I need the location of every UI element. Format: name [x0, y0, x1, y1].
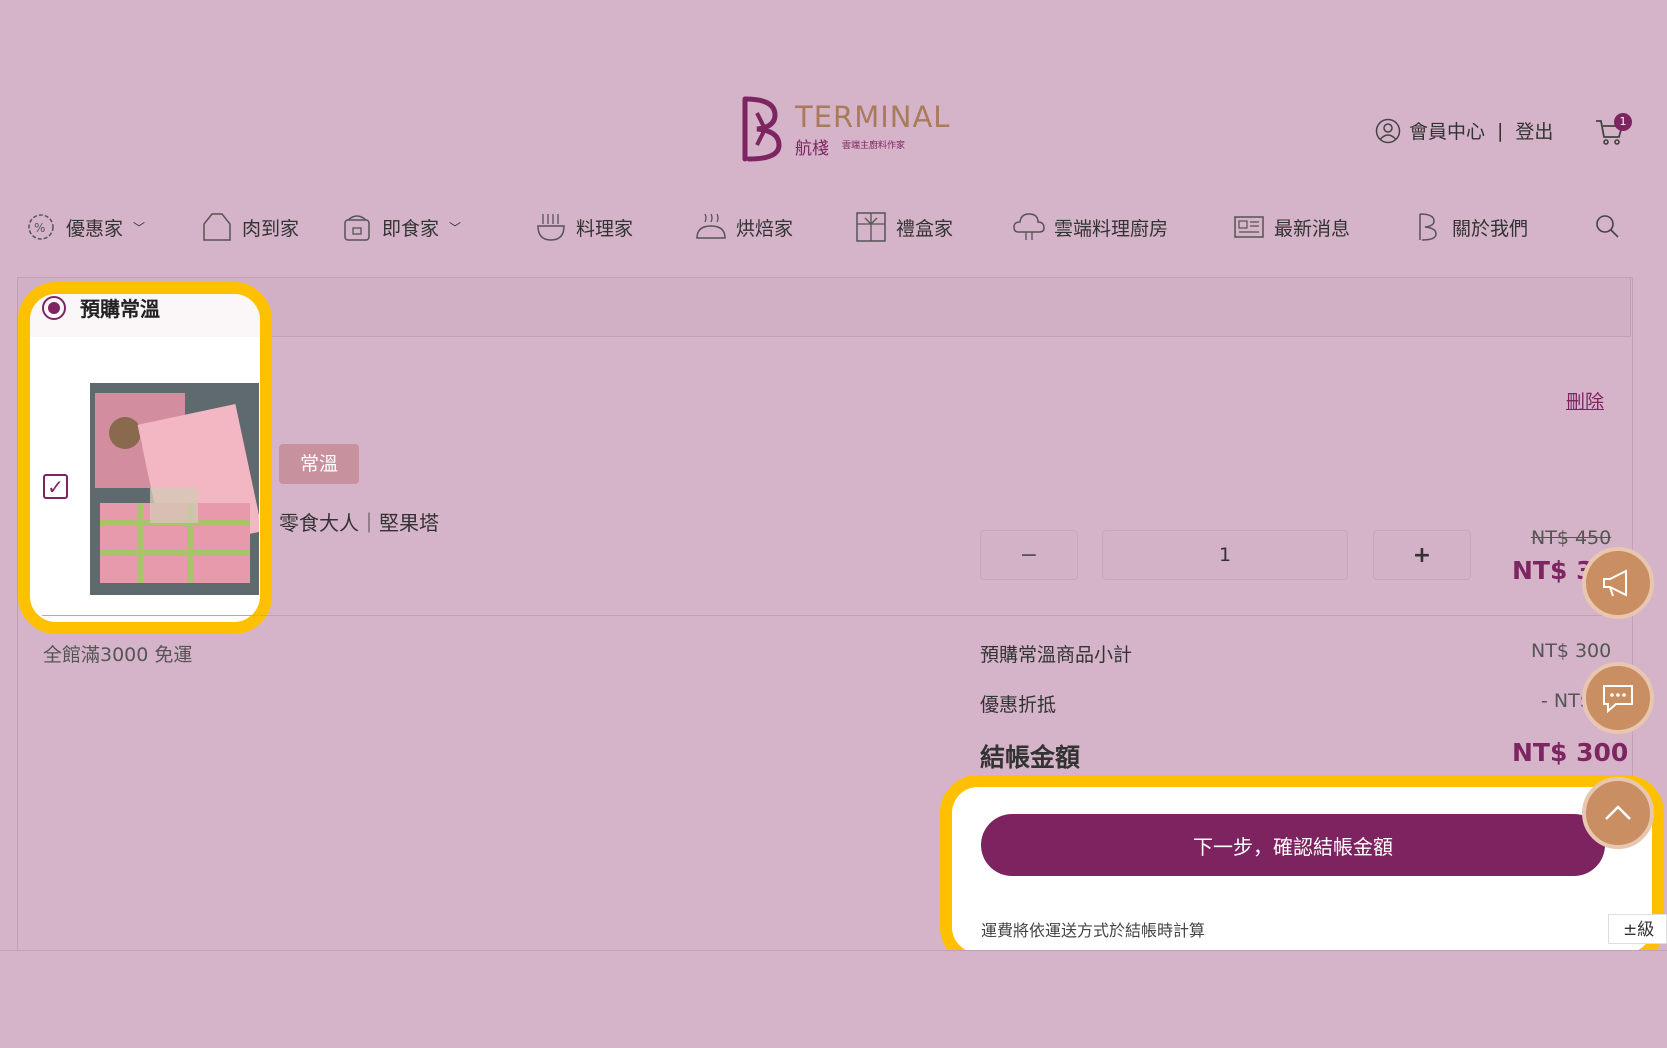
logo-subtitle: 雲端主廚料作家 [842, 141, 906, 151]
page-bottom [0, 950, 1667, 1048]
chat-bubble-icon [1603, 685, 1633, 714]
cart-count-badge: 1 [1614, 113, 1632, 131]
nav-label: 料理家 [576, 217, 634, 240]
chevron-up-icon [1605, 805, 1631, 820]
member-area: 會員中心 | 登出 [1375, 117, 1553, 144]
logo-chinese: 航棧 [795, 139, 829, 159]
nav-label: 禮盒家 [896, 217, 954, 240]
member-center-link[interactable]: 會員中心 [1409, 117, 1485, 144]
noodle-bowl-icon [537, 214, 565, 241]
nav-label: 關於我們 [1452, 217, 1529, 240]
subtotal-value: NT$ 300 [1531, 640, 1612, 662]
chevron-down-icon: ﹀ [133, 220, 146, 235]
search-icon[interactable] [1594, 213, 1620, 239]
qty-input[interactable]: 1 [1102, 530, 1348, 580]
nav-item-cloud-kitchen[interactable]: 雲端料理廚房 [1012, 207, 1168, 247]
logout-link[interactable]: 登出 [1515, 117, 1553, 144]
radio-button[interactable] [42, 295, 66, 320]
nav-label: 肉到家 [242, 217, 300, 240]
discount-gear-icon: % [28, 214, 54, 240]
nav-item-about[interactable]: 關於我們 [1410, 207, 1528, 247]
svg-text:%: % [34, 221, 45, 235]
page-bottom-line [0, 950, 1667, 951]
subtotal-label: 預購常溫商品小計 [980, 644, 1133, 666]
product-tag: 常溫 [279, 444, 359, 484]
recaptcha-badge[interactable]: ±級 [1608, 914, 1667, 944]
meat-icon [203, 213, 231, 241]
terminal-logo-icon[interactable] [735, 93, 789, 165]
total-label: 結帳金額 [980, 743, 1081, 772]
nav-label: 雲端料理廚房 [1054, 217, 1169, 240]
main-nav: % 優惠家 ﹀ 肉到家 即食家 ﹀ 料理家 烘焙家 禮盒家 雲端料理廚房 最新消息 … [24, 207, 1624, 247]
free-shipping-note: 全館滿3000 免運 [43, 644, 193, 666]
nav-item-meat[interactable]: 肉到家 [200, 207, 299, 247]
nav-item-news[interactable]: 最新消息 [1232, 207, 1350, 247]
rice-cooker-icon [344, 215, 370, 241]
checkmark-icon: ✓ [47, 474, 64, 499]
total-value: NT$ 300 [1512, 738, 1629, 767]
back-to-top-button[interactable] [1582, 777, 1654, 849]
divider [42, 615, 1606, 616]
qty-increase-button[interactable]: + [1373, 530, 1471, 580]
logo-text: TERMINAL [795, 100, 951, 134]
nav-label: 優惠家 [66, 217, 124, 240]
cloud-kitchen-icon [1013, 213, 1045, 240]
announcement-button[interactable] [1582, 547, 1654, 619]
next-step-button[interactable]: 下一步，確認結帳金額 [981, 814, 1605, 876]
product-name[interactable]: 零食大人｜堅果塔 [279, 507, 439, 536]
nav-item-ready-meal[interactable]: 即食家 ﹀ [340, 207, 461, 247]
gift-box-icon [856, 212, 886, 242]
brand-b-icon [1419, 213, 1437, 241]
nav-item-cooking[interactable]: 料理家 [534, 207, 633, 247]
nav-label: 烘焙家 [736, 217, 794, 240]
group-label: 預購常溫 [80, 297, 160, 321]
user-icon[interactable] [1375, 118, 1401, 144]
nav-item-discount[interactable]: % 優惠家 ﹀ [24, 207, 145, 247]
nav-label: 最新消息 [1274, 217, 1351, 240]
price-original: NT$ 450 [1531, 527, 1612, 549]
item-checkbox[interactable]: ✓ [43, 474, 68, 499]
nav-item-bakery[interactable]: 烘焙家 [694, 207, 793, 247]
shipping-note: 運費將依運送方式於結帳時計算 [981, 921, 1206, 940]
product-image[interactable] [90, 383, 259, 595]
delete-link[interactable]: 刪除 [1566, 387, 1604, 414]
megaphone-icon [1603, 569, 1627, 597]
chevron-down-icon: ﹀ [449, 220, 462, 235]
bakery-icon [696, 213, 726, 239]
group-radio[interactable]: 預購常溫 [42, 293, 160, 322]
news-icon [1234, 216, 1264, 238]
qty-decrease-button[interactable]: − [980, 530, 1078, 580]
chat-button[interactable] [1582, 662, 1654, 734]
nav-item-gift-box[interactable]: 禮盒家 [854, 207, 953, 247]
discount-label: 優惠折抵 [980, 694, 1057, 716]
header-separator: | [1497, 119, 1504, 142]
nav-label: 即食家 [382, 217, 440, 240]
